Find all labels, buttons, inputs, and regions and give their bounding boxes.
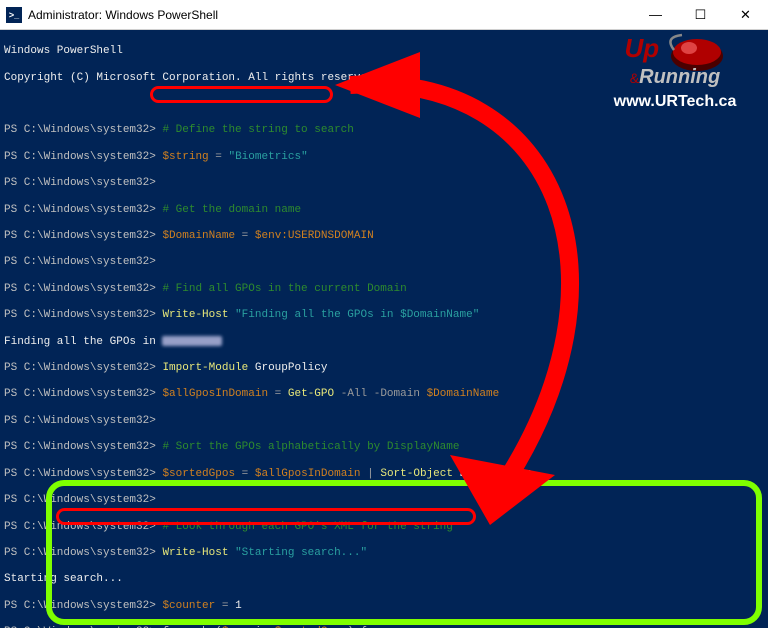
maximize-button[interactable]: ☐ — [678, 0, 723, 30]
close-button[interactable]: ✕ — [723, 0, 768, 30]
titlebar: >_ Administrator: Windows PowerShell — ☐… — [0, 0, 768, 30]
window-title: Administrator: Windows PowerShell — [28, 8, 633, 22]
header-line: Windows PowerShell — [4, 45, 764, 58]
powershell-icon: >_ — [6, 7, 22, 23]
redacted — [162, 336, 222, 346]
copyright-line: Copyright (C) Microsoft Corporation. All… — [4, 72, 764, 85]
minimize-button[interactable]: — — [633, 0, 678, 30]
console-output[interactable]: Windows PowerShell Copyright (C) Microso… — [0, 30, 768, 628]
